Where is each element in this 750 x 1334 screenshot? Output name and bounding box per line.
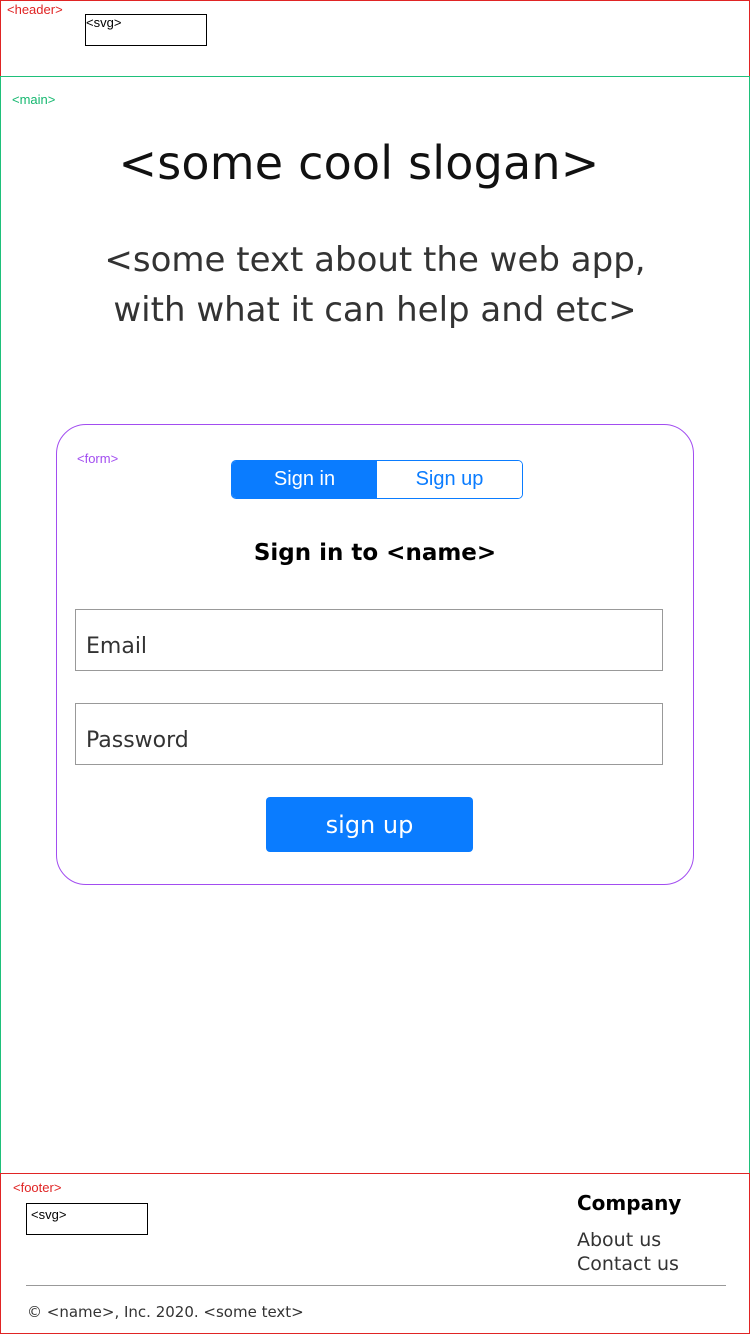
footer-divider <box>26 1285 726 1286</box>
footer-logo[interactable]: <svg> <box>26 1203 148 1235</box>
password-field[interactable]: Password <box>75 703 663 765</box>
email-field[interactable]: Email <box>75 609 663 671</box>
footer-link-contact[interactable]: Contact us <box>577 1253 679 1275</box>
about-text: <some text about the web app, with what … <box>0 235 750 335</box>
tab-sign-up[interactable]: Sign up <box>377 461 522 498</box>
copyright: © <name>, Inc. 2020. <some text> <box>27 1303 304 1321</box>
header-tag: <header> <box>7 2 63 17</box>
page: <header> <svg> <main> <some cool slogan>… <box>0 0 750 1334</box>
footer-link-about[interactable]: About us <box>577 1229 661 1251</box>
header-logo-tag: <svg> <box>86 15 122 30</box>
auth-mode-toggle: Sign in Sign up <box>231 460 523 499</box>
form-title: Sign in to <name> <box>253 540 497 566</box>
footer-logo-tag: <svg> <box>31 1207 67 1222</box>
main-tag: <main> <box>12 92 56 107</box>
about-line-2: with what it can help and etc> <box>113 290 637 330</box>
footer-company-heading: Company <box>577 1191 682 1215</box>
slogan: <some cool slogan> <box>118 136 600 190</box>
submit-button[interactable]: sign up <box>266 797 473 852</box>
form-tag: <form> <box>77 451 119 466</box>
footer-tag: <footer> <box>13 1180 62 1195</box>
tab-sign-in[interactable]: Sign in <box>232 461 377 498</box>
header-logo[interactable]: <svg> <box>85 14 207 46</box>
about-line-1: <some text about the web app, <box>104 240 646 280</box>
